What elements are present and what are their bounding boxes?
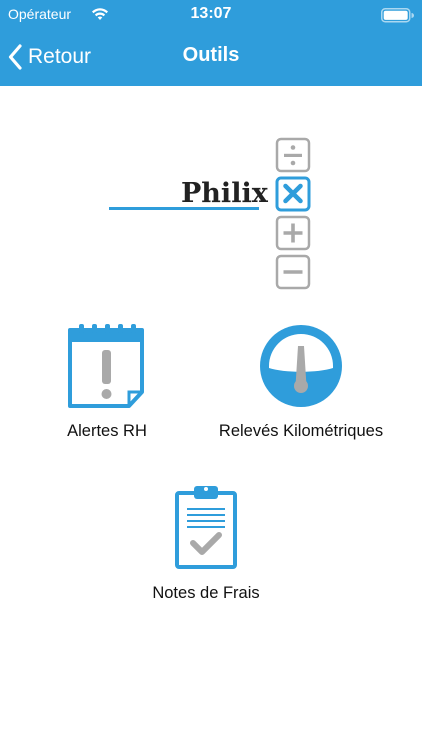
page-title: Outils <box>182 44 240 66</box>
tool-label: Relevés Kilométriques <box>218 422 384 440</box>
tool-alertes-rh[interactable]: Alertes RH <box>40 322 174 441</box>
tool-label: Notes de Frais <box>152 584 260 602</box>
navigation-bar: Retour Outils <box>0 30 422 86</box>
status-time: 13:07 <box>190 5 232 22</box>
speedometer-icon <box>260 325 342 407</box>
tool-notes-de-frais[interactable]: Notes de Frais <box>126 484 286 603</box>
calculator-keys-icon <box>275 137 311 290</box>
calendar-alert-icon <box>68 324 144 408</box>
battery-icon <box>381 8 414 23</box>
brand-name: Philix <box>181 178 268 209</box>
status-bar: Opérateur 13:07 <box>0 0 422 30</box>
brand-logo: Philix <box>105 134 315 294</box>
clipboard-check-icon <box>175 486 237 569</box>
tool-releves-kilometriques[interactable]: Relevés Kilométriques <box>196 322 406 441</box>
header: Opérateur 13:07 Retour Outils <box>0 0 422 86</box>
brand-underline <box>109 207 259 210</box>
tool-label: Alertes RH <box>67 422 147 440</box>
